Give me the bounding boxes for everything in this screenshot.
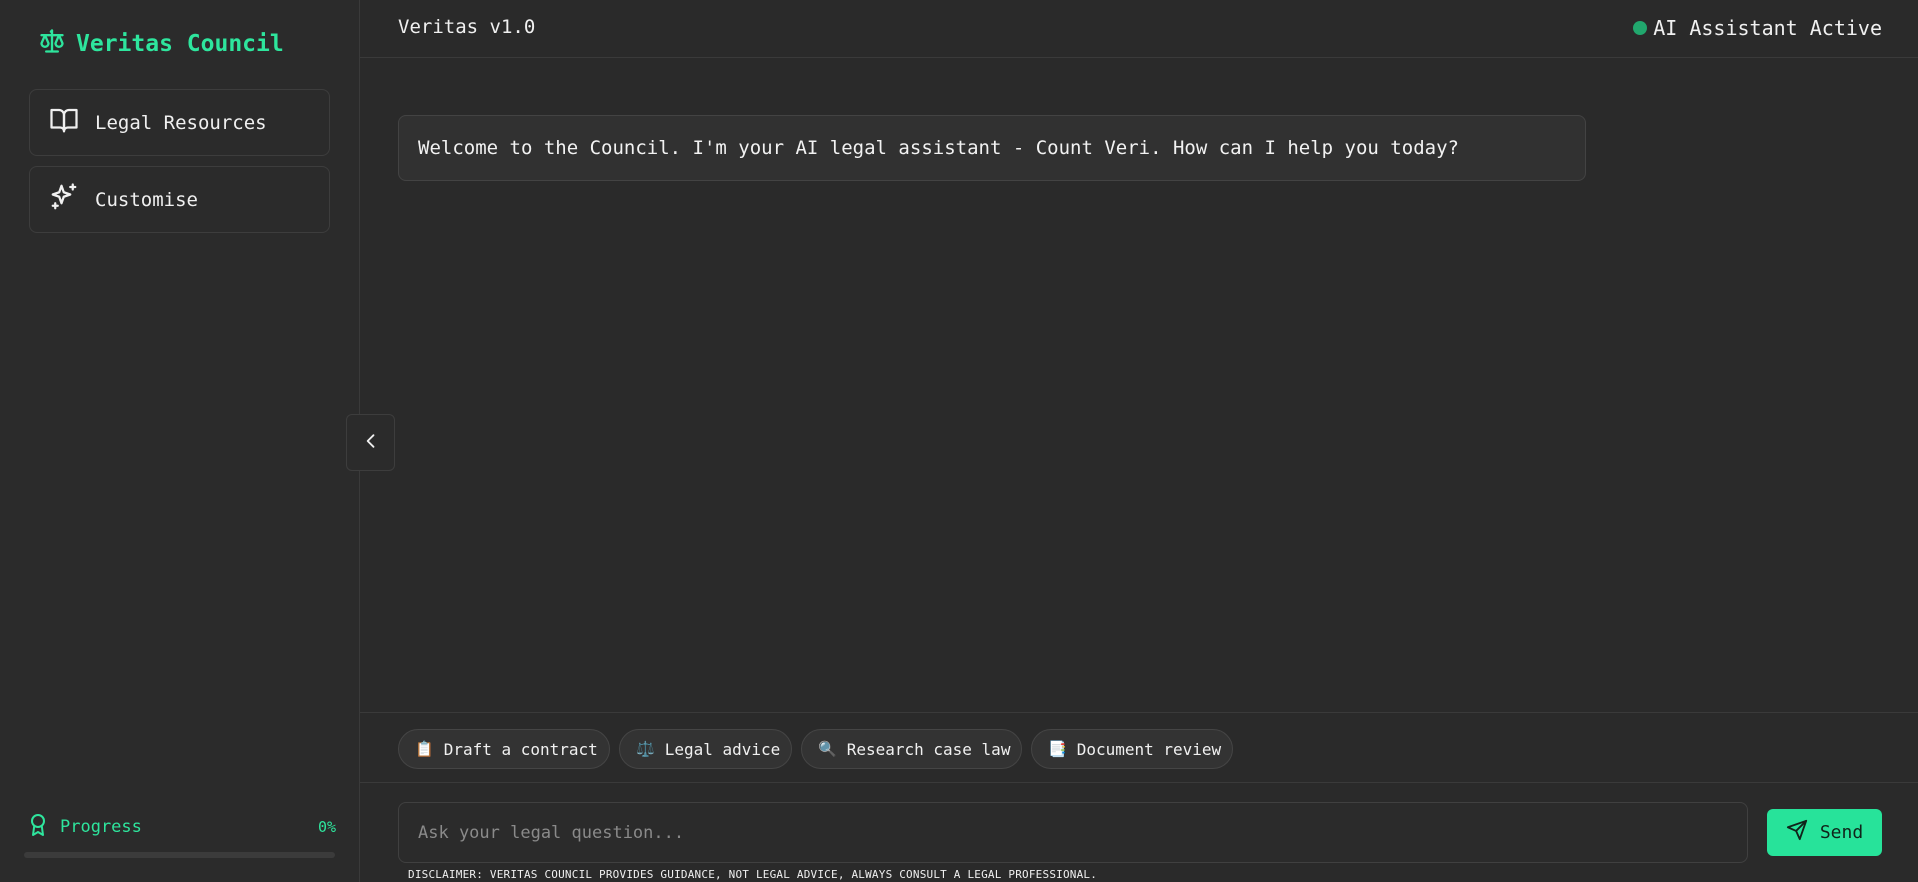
quick-actions-bar: 📋 Draft a contract ⚖️ Legal advice 🔍 Res…	[360, 712, 1918, 783]
progress-label: Progress	[60, 817, 142, 837]
version-label: Veritas v1.0	[398, 16, 536, 38]
quick-action-legal-advice[interactable]: ⚖️ Legal advice	[619, 729, 792, 769]
document-icon: 📑	[1048, 740, 1067, 758]
send-button-label: Send	[1819, 822, 1864, 843]
sidebar-item-customise[interactable]: Customise	[29, 166, 330, 233]
top-bar: Veritas v1.0 AI Assistant Active	[360, 0, 1918, 58]
sidebar-item-legal-resources[interactable]: Legal Resources	[29, 89, 330, 156]
book-open-icon	[49, 105, 79, 140]
assistant-message-text: Welcome to the Council. I'm your AI lega…	[418, 137, 1459, 159]
assistant-message: Welcome to the Council. I'm your AI lega…	[398, 115, 1586, 181]
app-window: Veritas Council Legal Resources Customis…	[0, 0, 1918, 882]
status-indicator: AI Assistant Active	[1633, 16, 1882, 40]
question-input[interactable]	[398, 802, 1748, 863]
quick-action-label: Research case law	[846, 739, 1011, 759]
send-button[interactable]: Send	[1767, 809, 1882, 856]
quick-action-research-case-law[interactable]: 🔍 Research case law	[801, 729, 1022, 769]
disclaimer-text: DISCLAIMER: VERITAS COUNCIL PROVIDES GUI…	[408, 868, 1098, 881]
clipboard-icon: 📋	[415, 740, 434, 758]
quick-action-label: Draft a contract	[443, 739, 598, 759]
sidebar: Veritas Council Legal Resources Customis…	[0, 0, 360, 882]
progress-bar	[24, 852, 335, 858]
brand-name: Veritas Council	[76, 31, 284, 57]
progress-row: Progress 0%	[26, 812, 336, 842]
sidebar-item-label: Customise	[95, 188, 198, 211]
main-panel: Veritas v1.0 AI Assistant Active Welcome…	[360, 0, 1918, 882]
quick-action-document-review[interactable]: 📑 Document review	[1031, 729, 1233, 769]
status-dot	[1633, 21, 1648, 35]
progress-label-group: Progress	[26, 812, 142, 843]
progress-percentage: 0%	[317, 818, 336, 836]
brand[interactable]: Veritas Council	[38, 28, 284, 60]
award-icon	[26, 812, 50, 843]
quick-action-label: Document review	[1076, 739, 1222, 759]
sparkles-icon	[49, 182, 79, 217]
send-icon	[1786, 819, 1808, 846]
scales-icon: ⚖️	[636, 740, 655, 758]
sidebar-item-label: Legal Resources	[95, 111, 267, 134]
magnifier-icon: 🔍	[818, 740, 837, 758]
scale-icon	[38, 27, 66, 61]
status-text: AI Assistant Active	[1653, 16, 1882, 40]
quick-action-label: Legal advice	[664, 739, 781, 759]
quick-action-draft-contract[interactable]: 📋 Draft a contract	[398, 729, 610, 769]
